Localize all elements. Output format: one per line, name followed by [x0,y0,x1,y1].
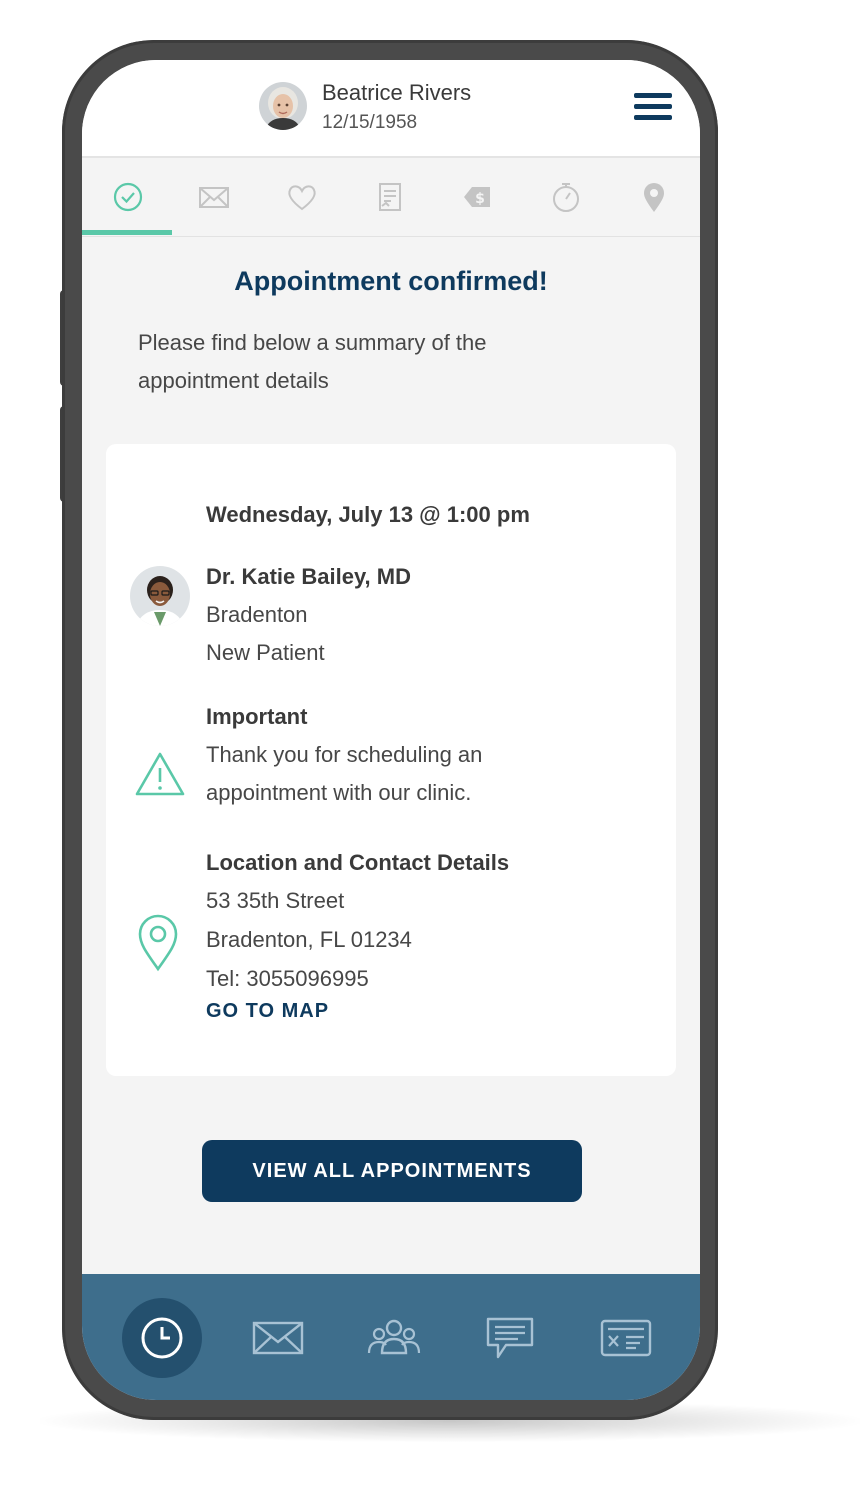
important-text: Thank you for scheduling an appointment … [206,742,483,805]
phone-screen: Beatrice Rivers 12/15/1958 $ Appointment… [82,60,700,1400]
active-tab-indicator [82,230,172,235]
view-all-appointments-button[interactable]: VIEW ALL APPOINTMENTS [202,1140,582,1202]
patient-avatar[interactable] [259,82,307,130]
tab-messages[interactable] [170,158,258,236]
patient-name: Beatrice Rivers [322,80,472,105]
hamburger-menu-icon[interactable] [634,93,672,123]
appointment-summary-card: Wednesday, July 13 @ 1:00 pm Dr. Katie B… [106,444,676,1076]
tab-bar: $ [82,158,700,237]
location-title: Location and Contact Details [206,850,510,875]
doctor-name: Dr. Katie Bailey, MD [206,564,411,589]
mail-icon [252,1321,304,1355]
nav-appointments[interactable] [122,1298,202,1378]
page-title: Appointment confirmed! [234,266,548,296]
clock-icon [141,1317,183,1359]
appointment-date: Wednesday, July 13 @ 1:00 pm [206,502,530,527]
dollar-tag-icon: $ [464,187,490,207]
nav-chat[interactable] [470,1298,550,1378]
document-icon [379,183,401,211]
phone-number: Tel: 3055096995 [206,966,369,991]
check-circle-icon [113,182,143,212]
app-header: Beatrice Rivers 12/15/1958 [82,60,700,158]
patient-dob: 12/15/1958 [322,112,418,133]
stopwatch-icon [553,183,579,212]
nav-id-card[interactable] [586,1298,666,1378]
location-pin-icon [138,914,178,972]
id-card-icon [600,1319,652,1357]
svg-text:$: $ [475,191,485,207]
patient-type: New Patient [206,640,325,665]
tab-confirmation[interactable] [84,158,172,236]
tab-health[interactable] [258,158,346,236]
bottom-navigation [82,1274,700,1400]
tab-location[interactable] [610,158,698,236]
heart-icon [288,185,316,211]
tab-billing[interactable]: $ [434,158,522,236]
nav-messages[interactable] [238,1298,318,1378]
address-line1: 53 35th Street [206,888,345,913]
doctor-location: Bradenton [206,602,308,627]
doctor-avatar [130,566,190,626]
nav-care-team[interactable] [354,1298,434,1378]
chat-icon [486,1317,534,1359]
go-to-map-link[interactable]: GO TO MAP [206,1000,329,1023]
warning-icon [135,752,185,796]
tab-documents[interactable] [346,158,434,236]
page-subtitle: Please find below a summary of the appoi… [138,330,487,393]
tab-timer[interactable] [522,158,610,236]
envelope-icon [199,187,229,208]
location-pin-icon [644,183,664,212]
group-icon [367,1319,421,1355]
address-line2: Bradenton, FL 01234 [206,927,412,952]
important-title: Important [206,704,308,729]
